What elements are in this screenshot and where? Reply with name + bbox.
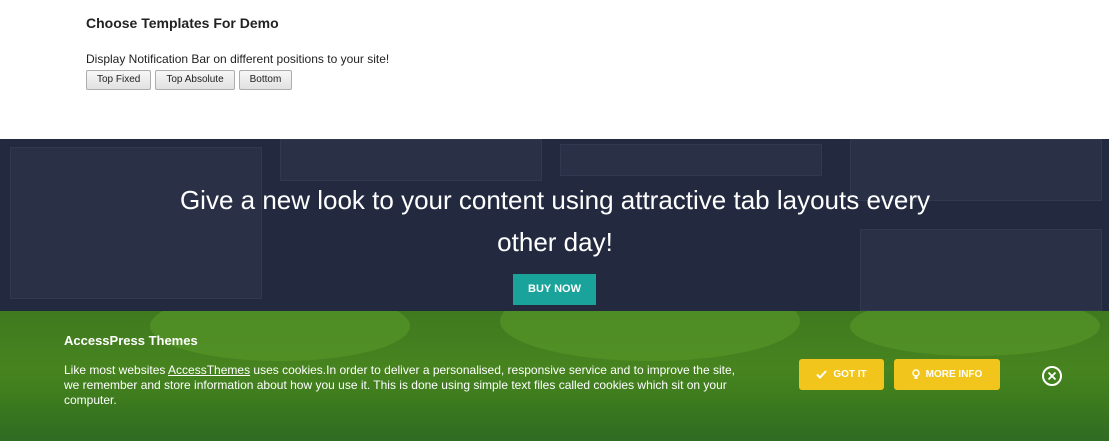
- close-icon[interactable]: [1042, 366, 1062, 386]
- demo-title: Choose Templates For Demo: [86, 15, 279, 31]
- more-info-button[interactable]: MORE INFO: [894, 359, 1000, 390]
- background-foliage: [500, 311, 800, 361]
- background-decor: [280, 139, 542, 181]
- got-it-label: GOT IT: [833, 369, 867, 380]
- cookie-message: Like most websites AccessThemes uses coo…: [64, 363, 744, 408]
- position-buttons: Top Fixed Top Absolute Bottom: [86, 70, 293, 90]
- lightbulb-icon: [911, 369, 920, 380]
- buy-now-button[interactable]: BUY NOW: [513, 274, 596, 305]
- cookie-title: AccessPress Themes: [64, 333, 198, 348]
- got-it-button[interactable]: GOT IT: [799, 359, 884, 390]
- top-fixed-button[interactable]: Top Fixed: [86, 70, 152, 90]
- access-themes-link[interactable]: AccessThemes: [168, 363, 250, 377]
- check-icon: [816, 370, 828, 379]
- background-decor: [560, 144, 822, 176]
- more-info-label: MORE INFO: [925, 369, 983, 380]
- demo-description: Display Notification Bar on different po…: [86, 52, 390, 66]
- bottom-button[interactable]: Bottom: [238, 70, 293, 90]
- background-foliage: [850, 311, 1100, 356]
- hero-banner: Give a new look to your content using at…: [0, 139, 1109, 311]
- cookie-text-start: Like most websites: [64, 363, 169, 377]
- hero-heading: Give a new look to your content using at…: [179, 185, 931, 257]
- top-absolute-button[interactable]: Top Absolute: [155, 70, 235, 90]
- demo-section: Choose Templates For Demo Display Notifi…: [0, 0, 1109, 139]
- cookie-notification-bar: AccessPress Themes Like most websites Ac…: [0, 311, 1109, 441]
